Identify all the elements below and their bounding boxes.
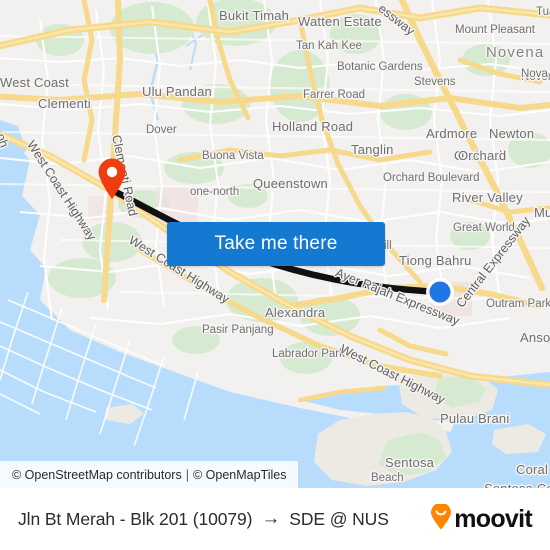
moovit-pin-icon <box>430 502 452 535</box>
map-screenshot: Bukit Timah Watten Estate Mount Pleasant No… <box>0 0 550 550</box>
moovit-logo[interactable]: moovit <box>430 502 533 535</box>
moovit-wordmark: moovit <box>454 504 532 533</box>
trip-footer: Jln Bt Merah - Blk 201 (10079) → SDE @ N… <box>0 488 550 550</box>
trip-destination: SDE @ NUS <box>289 508 389 529</box>
map-canvas[interactable]: Bukit Timah Watten Estate Mount Pleasant No… <box>0 0 550 488</box>
location-dot-icon <box>425 277 455 307</box>
attribution-separator: | <box>185 467 189 482</box>
trip-summary: Jln Bt Merah - Blk 201 (10079) → SDE @ N… <box>18 508 389 530</box>
take-me-there-button[interactable]: Take me there <box>167 222 385 266</box>
trip-origin: Jln Bt Merah - Blk 201 (10079) <box>18 508 253 529</box>
attribution-tiles[interactable]: © OpenMapTiles <box>193 468 287 482</box>
map-attribution: © OpenStreetMap contributors | © OpenMap… <box>0 461 299 488</box>
attribution-osm[interactable]: © OpenStreetMap contributors <box>12 468 182 482</box>
arrow-right-icon: → <box>261 508 281 529</box>
